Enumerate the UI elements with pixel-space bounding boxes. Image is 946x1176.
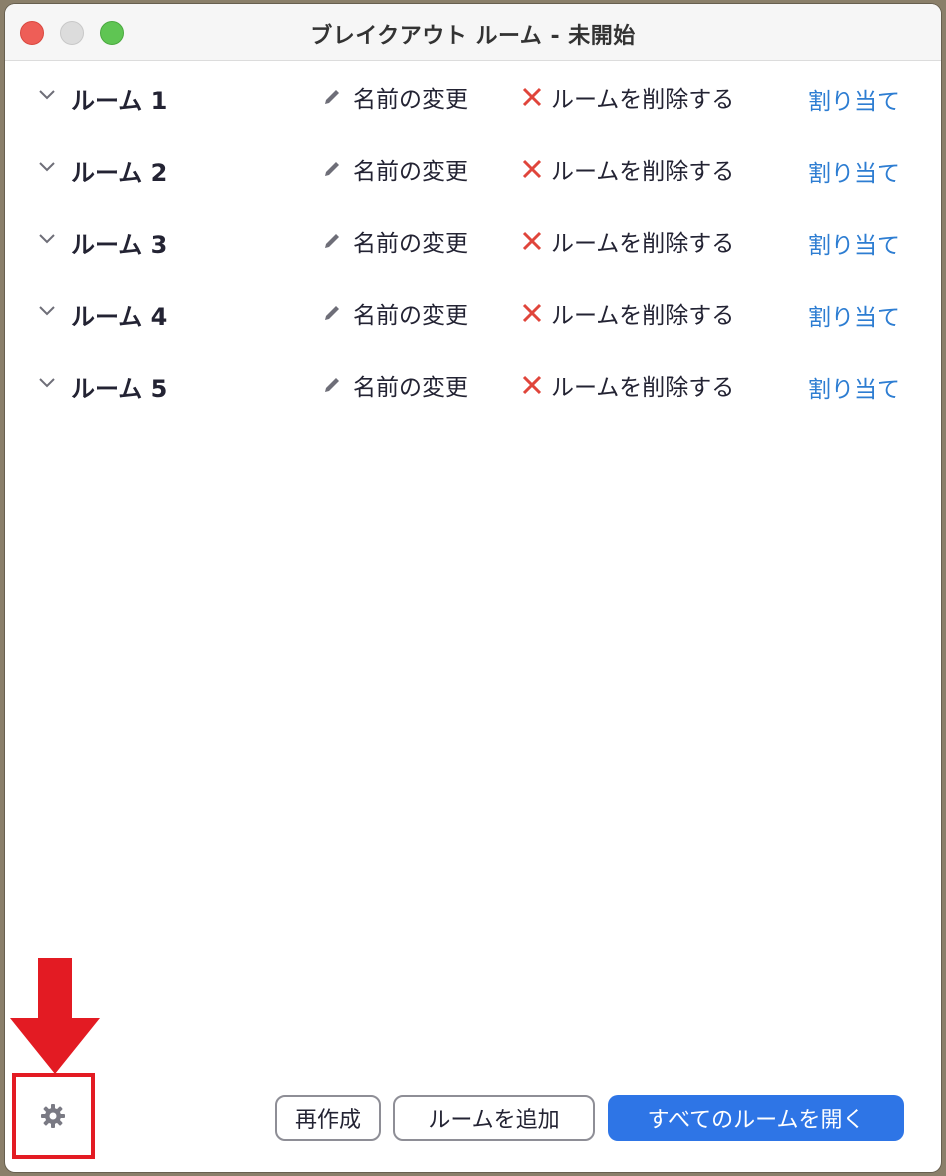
rename-room-button[interactable]: 名前の変更 [321,369,468,401]
room-row: ルーム 5 名前の変更 ルームを削除する 割り当て [5,349,941,421]
room-name: ルーム 2 [71,159,168,187]
delete-room-button[interactable]: ルームを削除する [521,369,734,401]
delete-room-button[interactable]: ルームを削除する [521,153,734,185]
room-name: ルーム 1 [71,87,168,115]
annotation-arrow-icon [10,958,100,1074]
pencil-icon [325,378,339,392]
open-all-rooms-button[interactable]: すべてのルームを開く [608,1095,904,1141]
delete-x-icon [522,159,542,179]
chevron-down-icon[interactable] [37,301,57,321]
rename-label: 名前の変更 [353,159,468,185]
delete-room-button[interactable]: ルームを削除する [521,297,734,329]
delete-room-button[interactable]: ルームを削除する [521,225,734,257]
rename-label: 名前の変更 [353,375,468,401]
chevron-down-icon[interactable] [37,229,57,249]
room-list: ルーム 1 名前の変更 ルームを削除する 割り当て ルーム 2 名前の変更 ルー… [5,61,941,421]
delete-label: ルームを削除する [551,231,735,257]
rename-room-button[interactable]: 名前の変更 [321,153,468,185]
delete-room-button[interactable]: ルームを削除する [521,81,734,113]
assign-link[interactable]: 割り当て [808,82,900,116]
room-row: ルーム 3 名前の変更 ルームを削除する 割り当て [5,205,941,277]
room-row: ルーム 4 名前の変更 ルームを削除する 割り当て [5,277,941,349]
assign-link[interactable]: 割り当て [808,298,900,332]
delete-x-icon [522,231,542,251]
chevron-down-icon[interactable] [37,373,57,393]
room-row: ルーム 2 名前の変更 ルームを削除する 割り当て [5,133,941,205]
delete-label: ルームを削除する [551,87,735,113]
assign-link[interactable]: 割り当て [808,226,900,260]
assign-link[interactable]: 割り当て [808,370,900,404]
room-name: ルーム 3 [71,231,168,259]
recreate-button[interactable]: 再作成 [275,1095,381,1141]
title-bar: ブレイクアウト ルーム - 未開始 [5,4,941,61]
pencil-icon [325,162,339,176]
rename-room-button[interactable]: 名前の変更 [321,225,468,257]
room-name: ルーム 4 [71,303,168,331]
assign-link[interactable]: 割り当て [808,154,900,188]
delete-label: ルームを削除する [551,303,735,329]
rename-room-button[interactable]: 名前の変更 [321,81,468,113]
room-row: ルーム 1 名前の変更 ルームを削除する 割り当て [5,61,941,133]
annotation-highlight-box [12,1073,95,1159]
delete-label: ルームを削除する [551,159,735,185]
delete-x-icon [522,87,542,107]
rename-room-button[interactable]: 名前の変更 [321,297,468,329]
chevron-down-icon[interactable] [37,85,57,105]
chevron-down-icon[interactable] [37,157,57,177]
rename-label: 名前の変更 [353,303,468,329]
pencil-icon [325,90,339,104]
room-name: ルーム 5 [71,375,168,403]
delete-x-icon [522,375,542,395]
add-room-button[interactable]: ルームを追加 [393,1095,595,1141]
pencil-icon [325,234,339,248]
rename-label: 名前の変更 [353,87,468,113]
delete-x-icon [522,303,542,323]
rename-label: 名前の変更 [353,231,468,257]
window-title: ブレイクアウト ルーム - 未開始 [310,24,636,49]
pencil-icon [325,306,339,320]
breakout-rooms-window: ブレイクアウト ルーム - 未開始 ルーム 1 名前の変更 ルームを削除する 割… [5,4,941,1172]
delete-label: ルームを削除する [551,375,735,401]
